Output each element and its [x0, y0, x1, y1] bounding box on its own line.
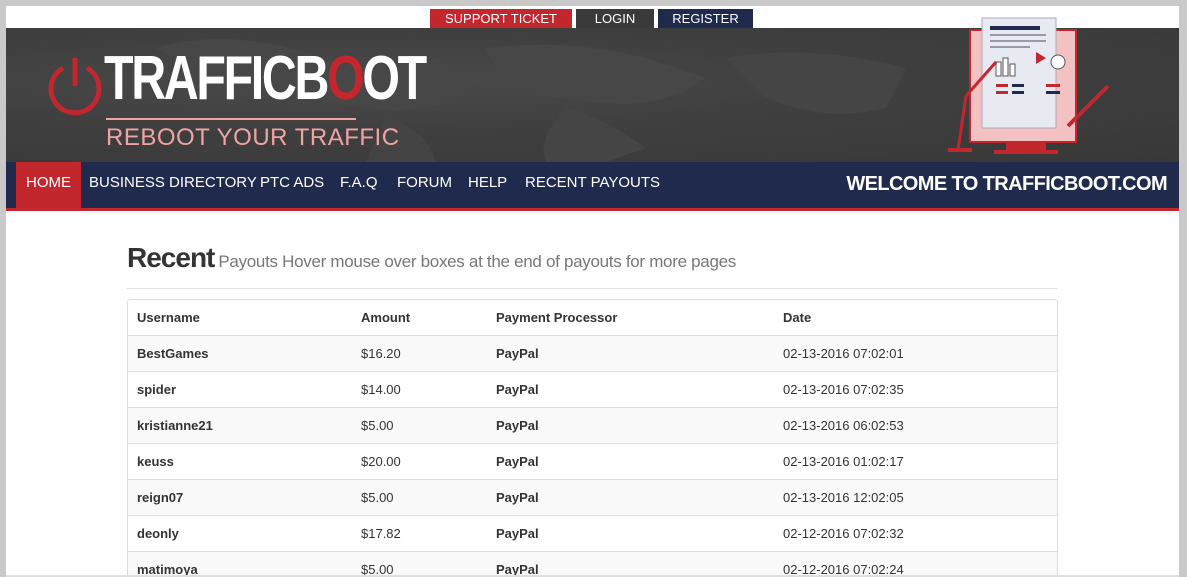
- nav-home[interactable]: HOME: [16, 162, 81, 208]
- table-row: reign07 $5.00 PayPal 02-13-2016 12:02:05: [128, 480, 1057, 516]
- table-row: spider $14.00 PayPal 02-13-2016 07:02:35: [128, 372, 1057, 408]
- table-row: matimoya $5.00 PayPal 02-12-2016 07:02:24: [128, 552, 1057, 577]
- table-row: kristianne21 $5.00 PayPal 02-13-2016 06:02:…: [128, 408, 1057, 444]
- browser-viewport: SUPPORT TICKET LOGIN REGISTER TRAFFICBOO…: [6, 6, 1179, 577]
- cell-username: keuss: [137, 454, 174, 469]
- cell-date: 02-12-2016 07:02:24: [783, 562, 904, 577]
- page-title-subtitle: Payouts Hover mouse over boxes at the en…: [218, 252, 736, 271]
- cell-date: 02-13-2016 01:02:17: [783, 454, 904, 469]
- cell-username: kristianne21: [137, 418, 213, 433]
- cell-amount: $5.00: [361, 490, 394, 505]
- column-header-date[interactable]: Date: [783, 300, 811, 335]
- power-icon: [48, 58, 102, 116]
- cell-amount: $5.00: [361, 418, 394, 433]
- cell-username: reign07: [137, 490, 184, 505]
- register-button[interactable]: REGISTER: [658, 9, 753, 28]
- page-title: Recent Payouts Hover mouse over boxes at …: [127, 242, 736, 274]
- analytics-monitor-illustration: [948, 17, 1110, 154]
- column-header-amount[interactable]: Amount: [361, 300, 410, 335]
- cell-username: matimoya: [137, 562, 198, 577]
- cell-amount: $14.00: [361, 382, 401, 397]
- header-banner: TRAFFICBOOT REBOOT YOUR TRAFFIC: [6, 17, 1179, 162]
- cell-date: 02-13-2016 07:02:35: [783, 382, 904, 397]
- nav-recent-payouts[interactable]: RECENT PAYOUTS: [515, 162, 670, 208]
- cell-payment-processor: PayPal: [496, 382, 539, 397]
- cell-payment-processor: PayPal: [496, 490, 539, 505]
- logo-tagline: REBOOT YOUR TRAFFIC: [106, 118, 400, 151]
- cell-username: deonly: [137, 526, 179, 541]
- table-row: BestGames $16.20 PayPal 02-13-2016 07:02:01: [128, 336, 1057, 372]
- divider: [127, 288, 1057, 289]
- nav-forum[interactable]: FORUM: [387, 162, 462, 208]
- trafficboot-logo[interactable]: TRAFFICBOOT REBOOT YOUR TRAFFIC: [46, 46, 427, 156]
- nav-help[interactable]: HELP: [458, 162, 517, 208]
- support-ticket-button[interactable]: SUPPORT TICKET: [430, 9, 572, 28]
- column-header-payment-processor[interactable]: Payment Processor: [496, 300, 617, 335]
- cell-payment-processor: PayPal: [496, 526, 539, 541]
- cell-payment-processor: PayPal: [496, 562, 539, 577]
- cell-amount: $20.00: [361, 454, 401, 469]
- login-button[interactable]: LOGIN: [576, 9, 654, 28]
- logo-wordmark: TRAFFICBOOT: [104, 44, 427, 113]
- cell-date: 02-13-2016 12:02:05: [783, 490, 904, 505]
- cell-payment-processor: PayPal: [496, 346, 539, 361]
- nav-ptc-ads[interactable]: PTC ADS: [250, 162, 334, 208]
- cell-date: 02-12-2016 07:02:32: [783, 526, 904, 541]
- cell-amount: $5.00: [361, 562, 394, 577]
- cell-payment-processor: PayPal: [496, 454, 539, 469]
- cell-date: 02-13-2016 07:02:01: [783, 346, 904, 361]
- welcome-message: WELCOME TO TRAFFICBOOT.COM: [846, 173, 1167, 195]
- cell-amount: $16.20: [361, 346, 401, 361]
- cell-username: BestGames: [137, 346, 209, 361]
- page-title-main: Recent: [127, 242, 215, 273]
- payouts-table: Username Amount Payment Processor Date B…: [127, 299, 1058, 577]
- cell-username: spider: [137, 382, 177, 397]
- table-row: keuss $20.00 PayPal 02-13-2016 01:02:17: [128, 444, 1057, 480]
- column-header-username[interactable]: Username: [137, 300, 200, 335]
- table-header-row: Username Amount Payment Processor Date: [128, 300, 1057, 336]
- nav-faq[interactable]: F.A.Q: [330, 162, 388, 208]
- cell-amount: $17.82: [361, 526, 401, 541]
- cell-payment-processor: PayPal: [496, 418, 539, 433]
- nav-business-directory[interactable]: BUSINESS DIRECTORY: [79, 162, 267, 208]
- cell-date: 02-13-2016 06:02:53: [783, 418, 904, 433]
- table-row: deonly $17.82 PayPal 02-12-2016 07:02:32: [128, 516, 1057, 552]
- main-navigation: HOME BUSINESS DIRECTORY PTC ADS F.A.Q FO…: [6, 162, 1179, 211]
